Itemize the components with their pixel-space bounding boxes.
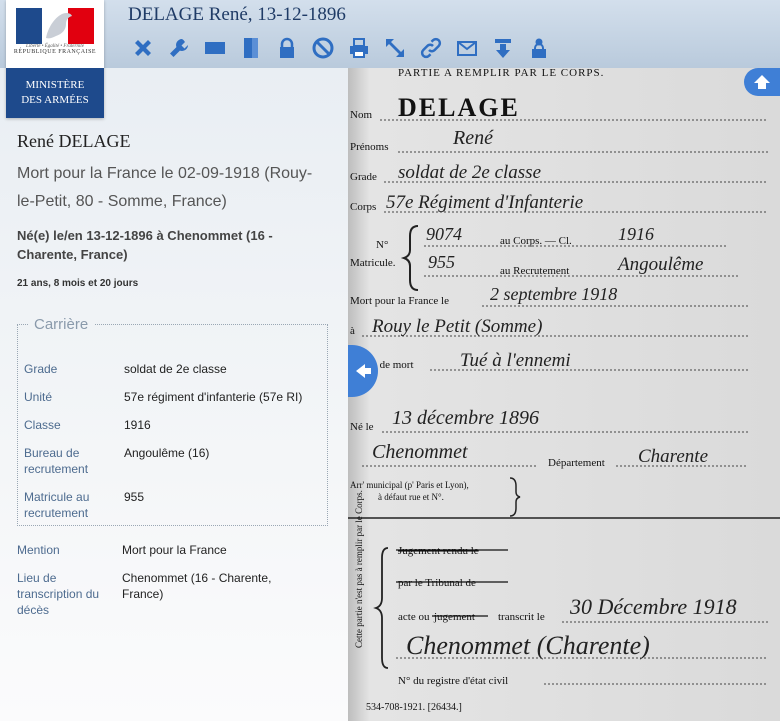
row-value: Angoulême (16) [124,446,210,460]
download-icon[interactable] [488,34,518,62]
scan-dept: Charente [638,446,708,467]
scan-transcrit-date: 30 Décembre 1918 [569,594,737,619]
toolbar [128,34,554,62]
wrench-icon[interactable] [164,34,194,62]
top-bar: DELAGE René, 13-12-1896 [0,0,780,69]
scan-prenoms-label: Prénoms [350,141,389,153]
career-legend: Carrière [34,316,89,333]
death-info: Mort pour la France le 02-09-1918 (Rouy-… [17,165,313,210]
scan-transcrit-lieu: Chenommet (Charente) [406,631,650,660]
scanned-document-viewer[interactable]: PARTIE A REMPLIR PAR LE CORPS. Nom DELAG… [348,68,780,721]
scan-no-label: N° [376,239,388,251]
home-up-icon [754,75,770,89]
scroll-top-button[interactable] [744,68,780,96]
scan-genre: Tué à l'ennemi [460,350,571,371]
scan-lieu: Rouy le Petit (Somme) [371,316,542,337]
row-value: Mort pour la France [122,543,227,557]
scan-grade-label: Grade [350,171,377,183]
print-icon[interactable] [344,34,374,62]
scan-acte-b: jugement [433,611,475,623]
row-label: Lieu de transcription du décès [17,571,100,617]
mail-icon[interactable] [452,34,482,62]
record-details-panel: René DELAGE Mort pour la France le 02-09… [0,68,348,721]
scan-nom: DELAGE [398,93,520,122]
scan-acte-c: transcrit le [498,611,545,623]
scan-corps: 57e Régiment d'Infanterie [386,192,583,213]
fit-width-icon[interactable] [200,34,230,62]
row-label: Bureau de recrutement [24,446,89,476]
row-label: Matricule au recrutement [24,490,90,520]
scan-a-label: à [350,325,355,337]
scan-matricule-label: Matricule. [350,257,396,269]
scan-ne-label: Né le [350,421,374,433]
ministry-label: MINISTÈRE DES ARMÉES [6,68,104,118]
scan-mort-label: Mort pour la France le [350,295,449,307]
scan-ne-lieu: Chenommet [372,441,468,463]
scan-header: PARTIE A REMPLIR PAR LE CORPS. [398,68,604,79]
row-label: Grade [24,362,58,376]
link-icon[interactable] [416,34,446,62]
row-label: Classe [24,418,61,432]
scan-registre: N° du registre d'état civil [398,675,508,687]
scan-grade: soldat de 2e classe [398,162,541,183]
ban-icon[interactable] [308,34,338,62]
row-value: Chenommet (16 - Charente, France) [122,571,272,601]
person-name: René DELAGE [17,131,131,151]
resize-icon[interactable] [380,34,410,62]
lock-icon[interactable] [272,34,302,62]
row-label: Unité [24,390,53,404]
scan-side-note: Cette partie n'est pas à remplir par le … [354,490,364,648]
birth-info: Né(e) le/en 13-12-1896 à Chenommet (16 -… [17,228,273,262]
account-lock-icon[interactable] [524,34,554,62]
scan-arr-label-2: à défaut rue et N°. [378,492,444,502]
scan-footer: 534-708-1921. [26434.] [366,702,462,713]
row-value: soldat de 2e classe [124,362,227,376]
scan-arr-label: Arr' municipal (p' Paris et Lyon), [350,480,469,490]
row-value: 1916 [124,418,151,432]
scan-no-recrut: 955 [428,252,455,272]
career-fieldset: Carrière Grade soldat de 2e classe Unité… [17,316,328,526]
scan-acte-a: acte ou [398,611,430,623]
republic-name: RÉPUBLIQUE FRANÇAISE [13,49,97,55]
scan-ne-date: 13 décembre 1896 [392,407,539,429]
age-at-death: 21 ans, 8 mois et 20 jours [17,278,139,289]
row-value: 57e régiment d'infanterie (57e RI) [124,390,303,404]
ministry-logo[interactable]: Liberté • Égalité • Fraternité RÉPUBLIQU… [6,0,104,118]
scan-jugement: Jugement rendu le [398,545,479,557]
scan-classe: 1916 [618,224,654,244]
scan-nom-label: Nom [350,109,372,121]
scan-dept-label: Département [548,457,605,469]
scan-no-corps: 9074 [426,224,462,244]
scan-au-recrut: au Recrutement [500,265,569,277]
row-label: Mention [17,543,60,557]
scan-prenoms: René [452,127,494,149]
close-icon[interactable] [128,34,158,62]
scanned-record-image: PARTIE A REMPLIR PAR LE CORPS. Nom DELAG… [348,68,780,721]
arrow-left-icon [356,364,371,378]
row-value: 955 [124,490,145,504]
record-title: DELAGE René, 13-12-1896 [128,4,346,25]
scan-tribunal: par le Tribunal de [398,577,476,589]
scan-recrut: Angoulême [616,254,703,275]
fit-height-icon[interactable] [236,34,266,62]
scan-mort-date: 2 septembre 1918 [490,284,617,304]
scan-au-corps: au Corps. — Cl. [500,235,572,247]
scan-corps-label: Corps [350,201,376,213]
